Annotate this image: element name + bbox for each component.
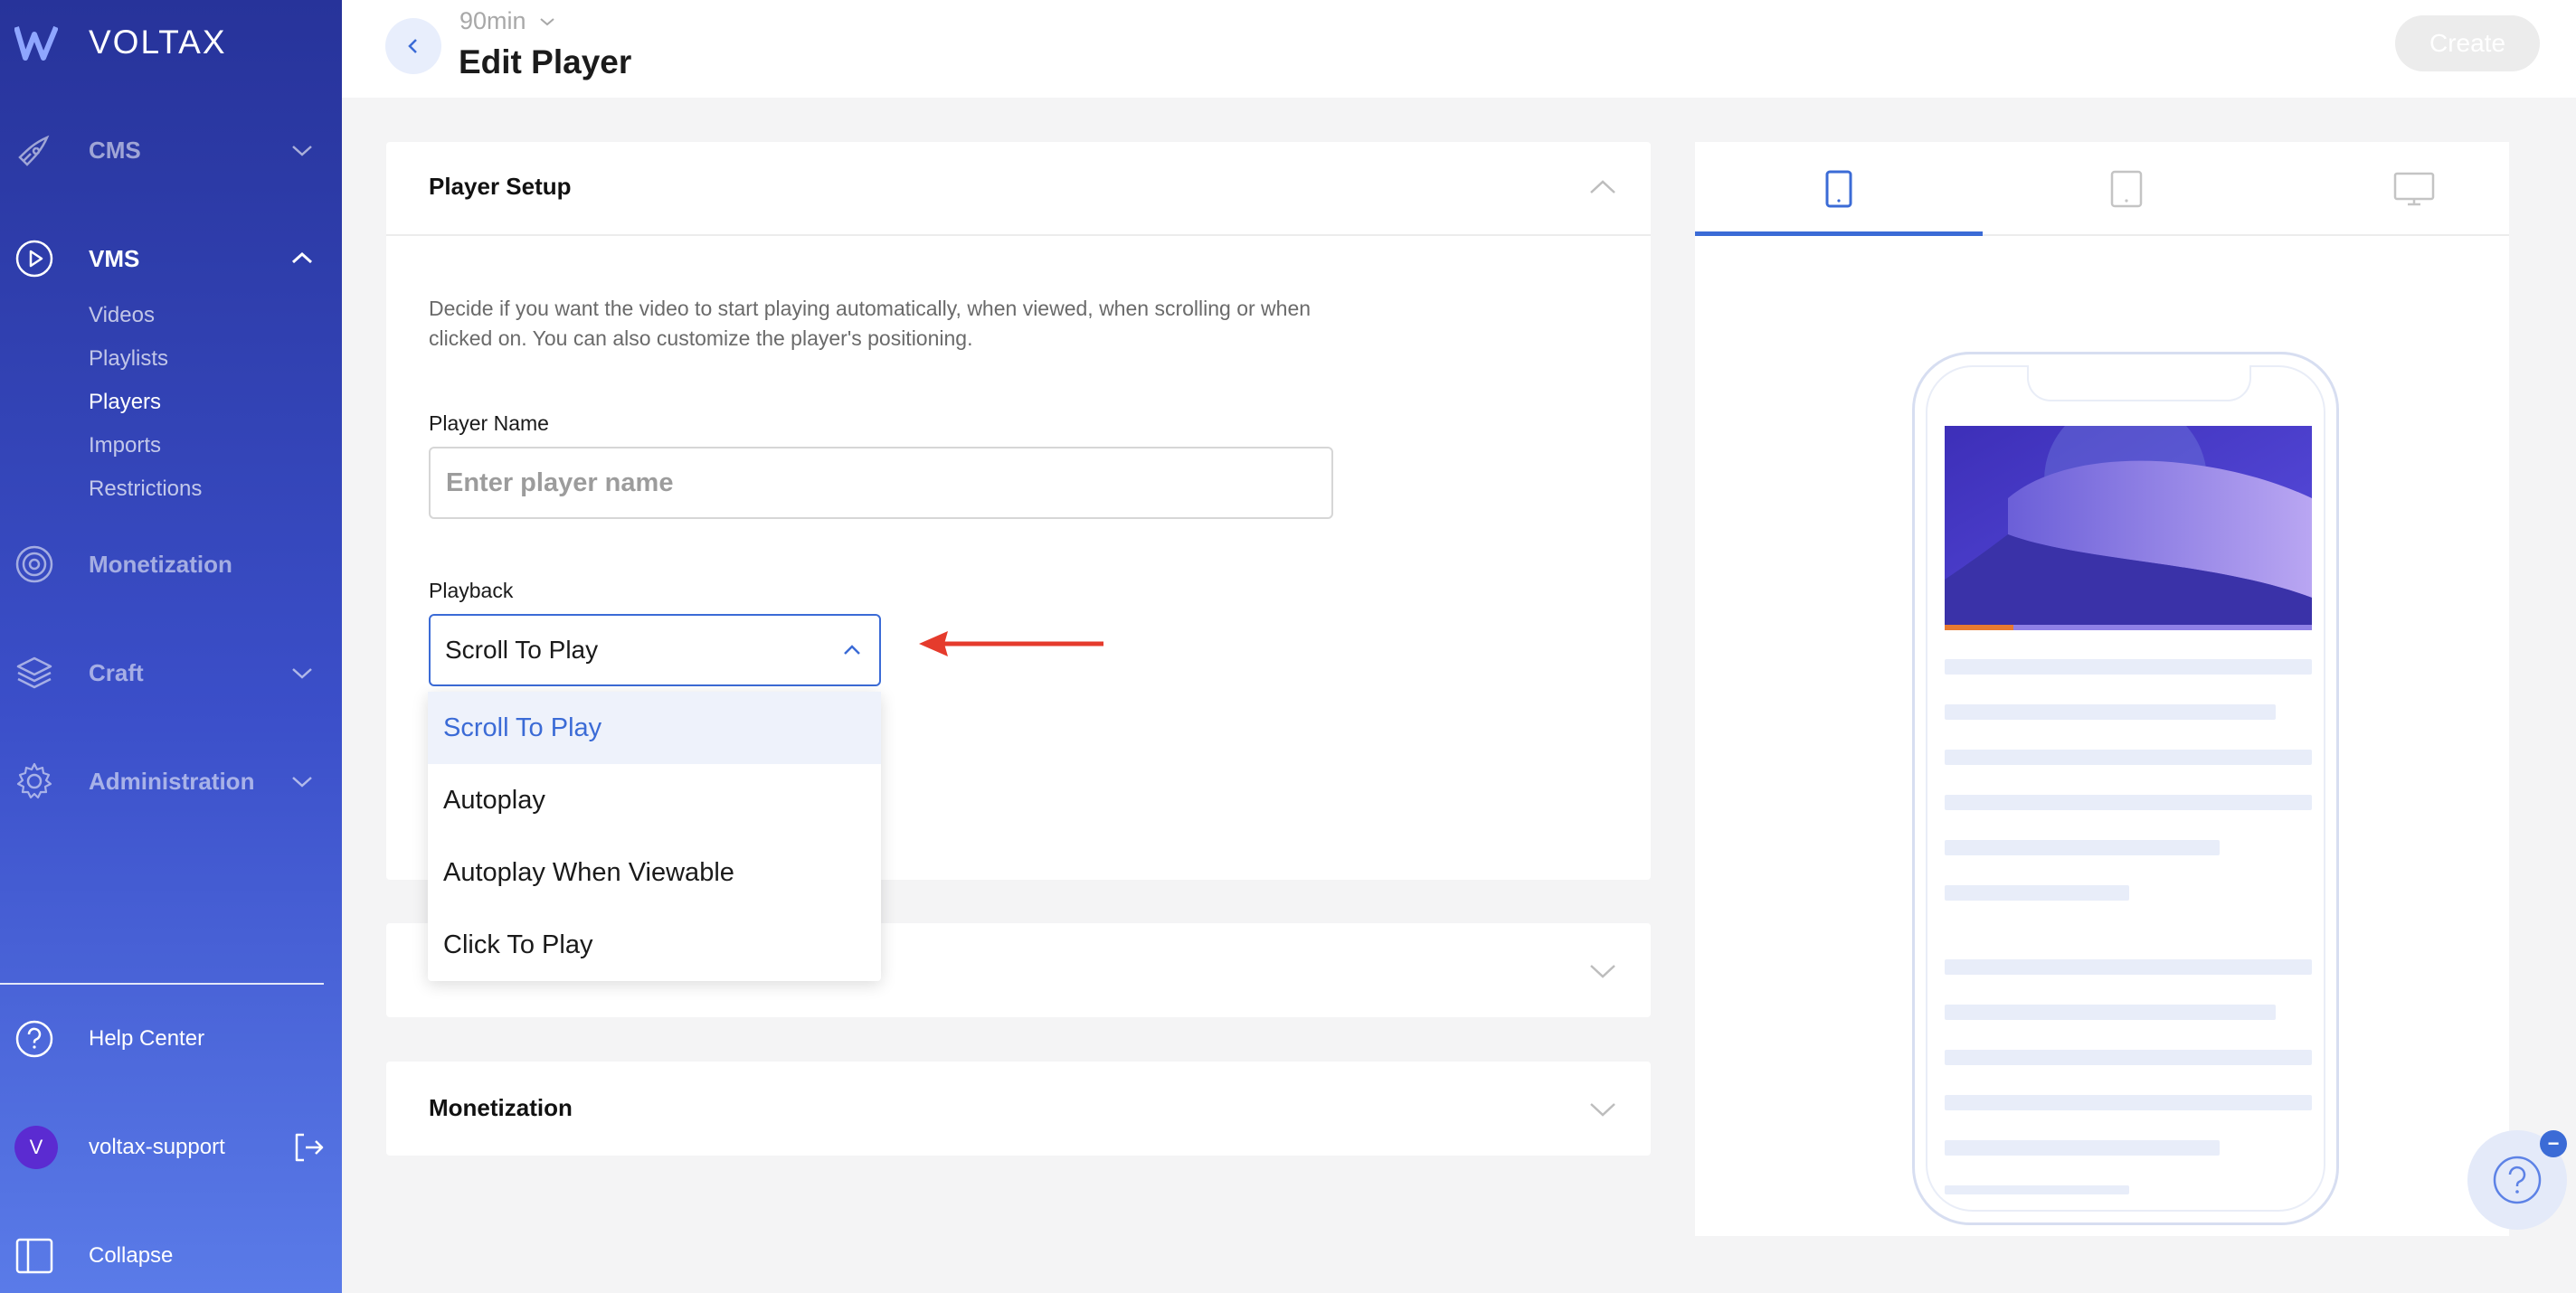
tab-desktop[interactable] [2270,142,2558,236]
sidebar-sub-players[interactable]: Players [89,390,161,415]
video-thumbnail-image [1945,426,2312,630]
sidebar-sub-playlists[interactable]: Playlists [89,346,168,372]
tab-tablet[interactable] [1983,142,2270,236]
player-setup-header[interactable]: Player Setup [386,142,1651,234]
card-title: Monetization [429,1094,573,1121]
playback-option-autoplay[interactable]: Autoplay [428,764,881,836]
collapse-sidebar-button[interactable]: Collapse [0,1229,342,1283]
sidebar-item-label: Administration [89,767,255,795]
chevron-down-icon [1590,965,1615,978]
monetization-section-card[interactable]: Monetization [386,1062,1651,1156]
back-button[interactable] [385,18,441,74]
skeleton-line [1945,659,2312,675]
brand[interactable]: VOLTAX [14,24,227,61]
user-profile[interactable]: V voltax-support [0,1120,342,1175]
player-preview-panel [1695,142,2509,1236]
skeleton-line [1945,1050,2312,1065]
divider [386,234,1651,236]
player-name-label: Player Name [429,411,549,435]
sidebar: VOLTAX CMS VMS Videos Playlists Players … [0,0,342,1293]
chevron-down-icon [539,17,554,25]
sidebar-sub-videos[interactable]: Videos [89,303,155,328]
chevron-down-icon [1590,1103,1615,1117]
sidebar-item-label: CMS [89,136,141,164]
chevron-up-icon [1590,180,1615,193]
sidebar-item-label: Craft [89,658,144,686]
mobile-icon [1825,170,1852,208]
help-center-link[interactable]: Help Center [0,1012,342,1066]
chevron-up-icon [291,251,313,264]
rocket-icon [18,135,50,166]
chevron-up-icon [844,645,860,655]
chevron-down-icon [292,777,312,788]
avatar: V [14,1126,58,1169]
sidebar-sub-restrictions[interactable]: Restrictions [89,477,202,502]
sidebar-divider [0,983,324,985]
skeleton-line [1945,704,2276,720]
skeleton-line [1945,959,2312,975]
annotation-arrow-icon [919,631,1103,656]
skeleton-line [1945,1095,2312,1110]
playback-option-autoplay-when-viewable[interactable]: Autoplay When Viewable [428,836,881,909]
playback-label: Playback [429,579,514,602]
play-circle-icon [15,240,53,278]
playback-dropdown-menu: Scroll To Play Autoplay Autoplay When Vi… [428,692,881,981]
video-preview-thumbnail [1945,426,2312,630]
skeleton-line [1945,795,2312,810]
skeleton-line [1945,1185,2129,1194]
chevron-down-icon [292,668,312,679]
sidebar-item-administration[interactable]: Administration [0,754,342,808]
layers-icon [16,656,52,689]
minimize-help-button[interactable]: − [2540,1130,2567,1157]
playback-selected-value: Scroll To Play [445,636,599,664]
setup-description: Decide if you want the video to start pl… [429,297,1312,350]
skeleton-line [1945,1140,2220,1156]
skeleton-line [1945,885,2129,901]
device-tabs [1695,142,2509,236]
org-name: 90min [459,7,526,34]
sidebar-sub-imports[interactable]: Imports [89,433,161,458]
page-title: Edit Player [459,43,632,80]
skeleton-line [1945,750,2312,765]
skeleton-line [1945,840,2220,855]
voltax-logo-icon [14,25,58,61]
chevron-down-icon [292,146,312,156]
user-name: voltax-support [89,1135,225,1159]
card-title: Player Setup [429,173,572,200]
logout-icon[interactable] [291,1130,326,1165]
sidebar-item-cms[interactable]: CMS [0,123,342,177]
skeleton-line [1945,1005,2276,1020]
phone-mockup [1912,352,2339,1225]
org-selector[interactable]: 90min [459,7,557,35]
phone-notch [2027,365,2251,401]
tablet-icon [2110,170,2143,208]
playback-option-scroll-to-play[interactable]: Scroll To Play [428,692,881,764]
player-name-input[interactable] [429,447,1333,519]
help-center-label: Help Center [89,1026,205,1051]
page-header: 90min Edit Player Create [342,0,2576,98]
sidebar-item-monetization[interactable]: Monetization [0,537,342,591]
target-icon [15,545,53,583]
active-tab-indicator [1695,231,1983,236]
gear-icon [16,762,52,799]
playback-select[interactable]: Scroll To Play [429,614,881,686]
sidebar-item-label: VMS [89,244,140,272]
brand-name: VOLTAX [89,24,227,61]
sidebar-item-vms[interactable]: VMS [0,231,342,286]
desktop-icon [2393,172,2435,206]
tab-mobile[interactable] [1695,142,1983,236]
sidebar-item-craft[interactable]: Craft [0,646,342,700]
help-circle-icon [15,1020,53,1058]
help-circle-icon [2493,1156,2542,1204]
create-button[interactable]: Create [2395,15,2540,71]
playback-option-click-to-play[interactable]: Click To Play [428,909,881,981]
chevron-left-icon [408,39,417,53]
collapse-label: Collapse [89,1243,174,1268]
sidebar-item-label: Monetization [89,550,232,578]
sidebar-collapse-icon [15,1238,53,1274]
